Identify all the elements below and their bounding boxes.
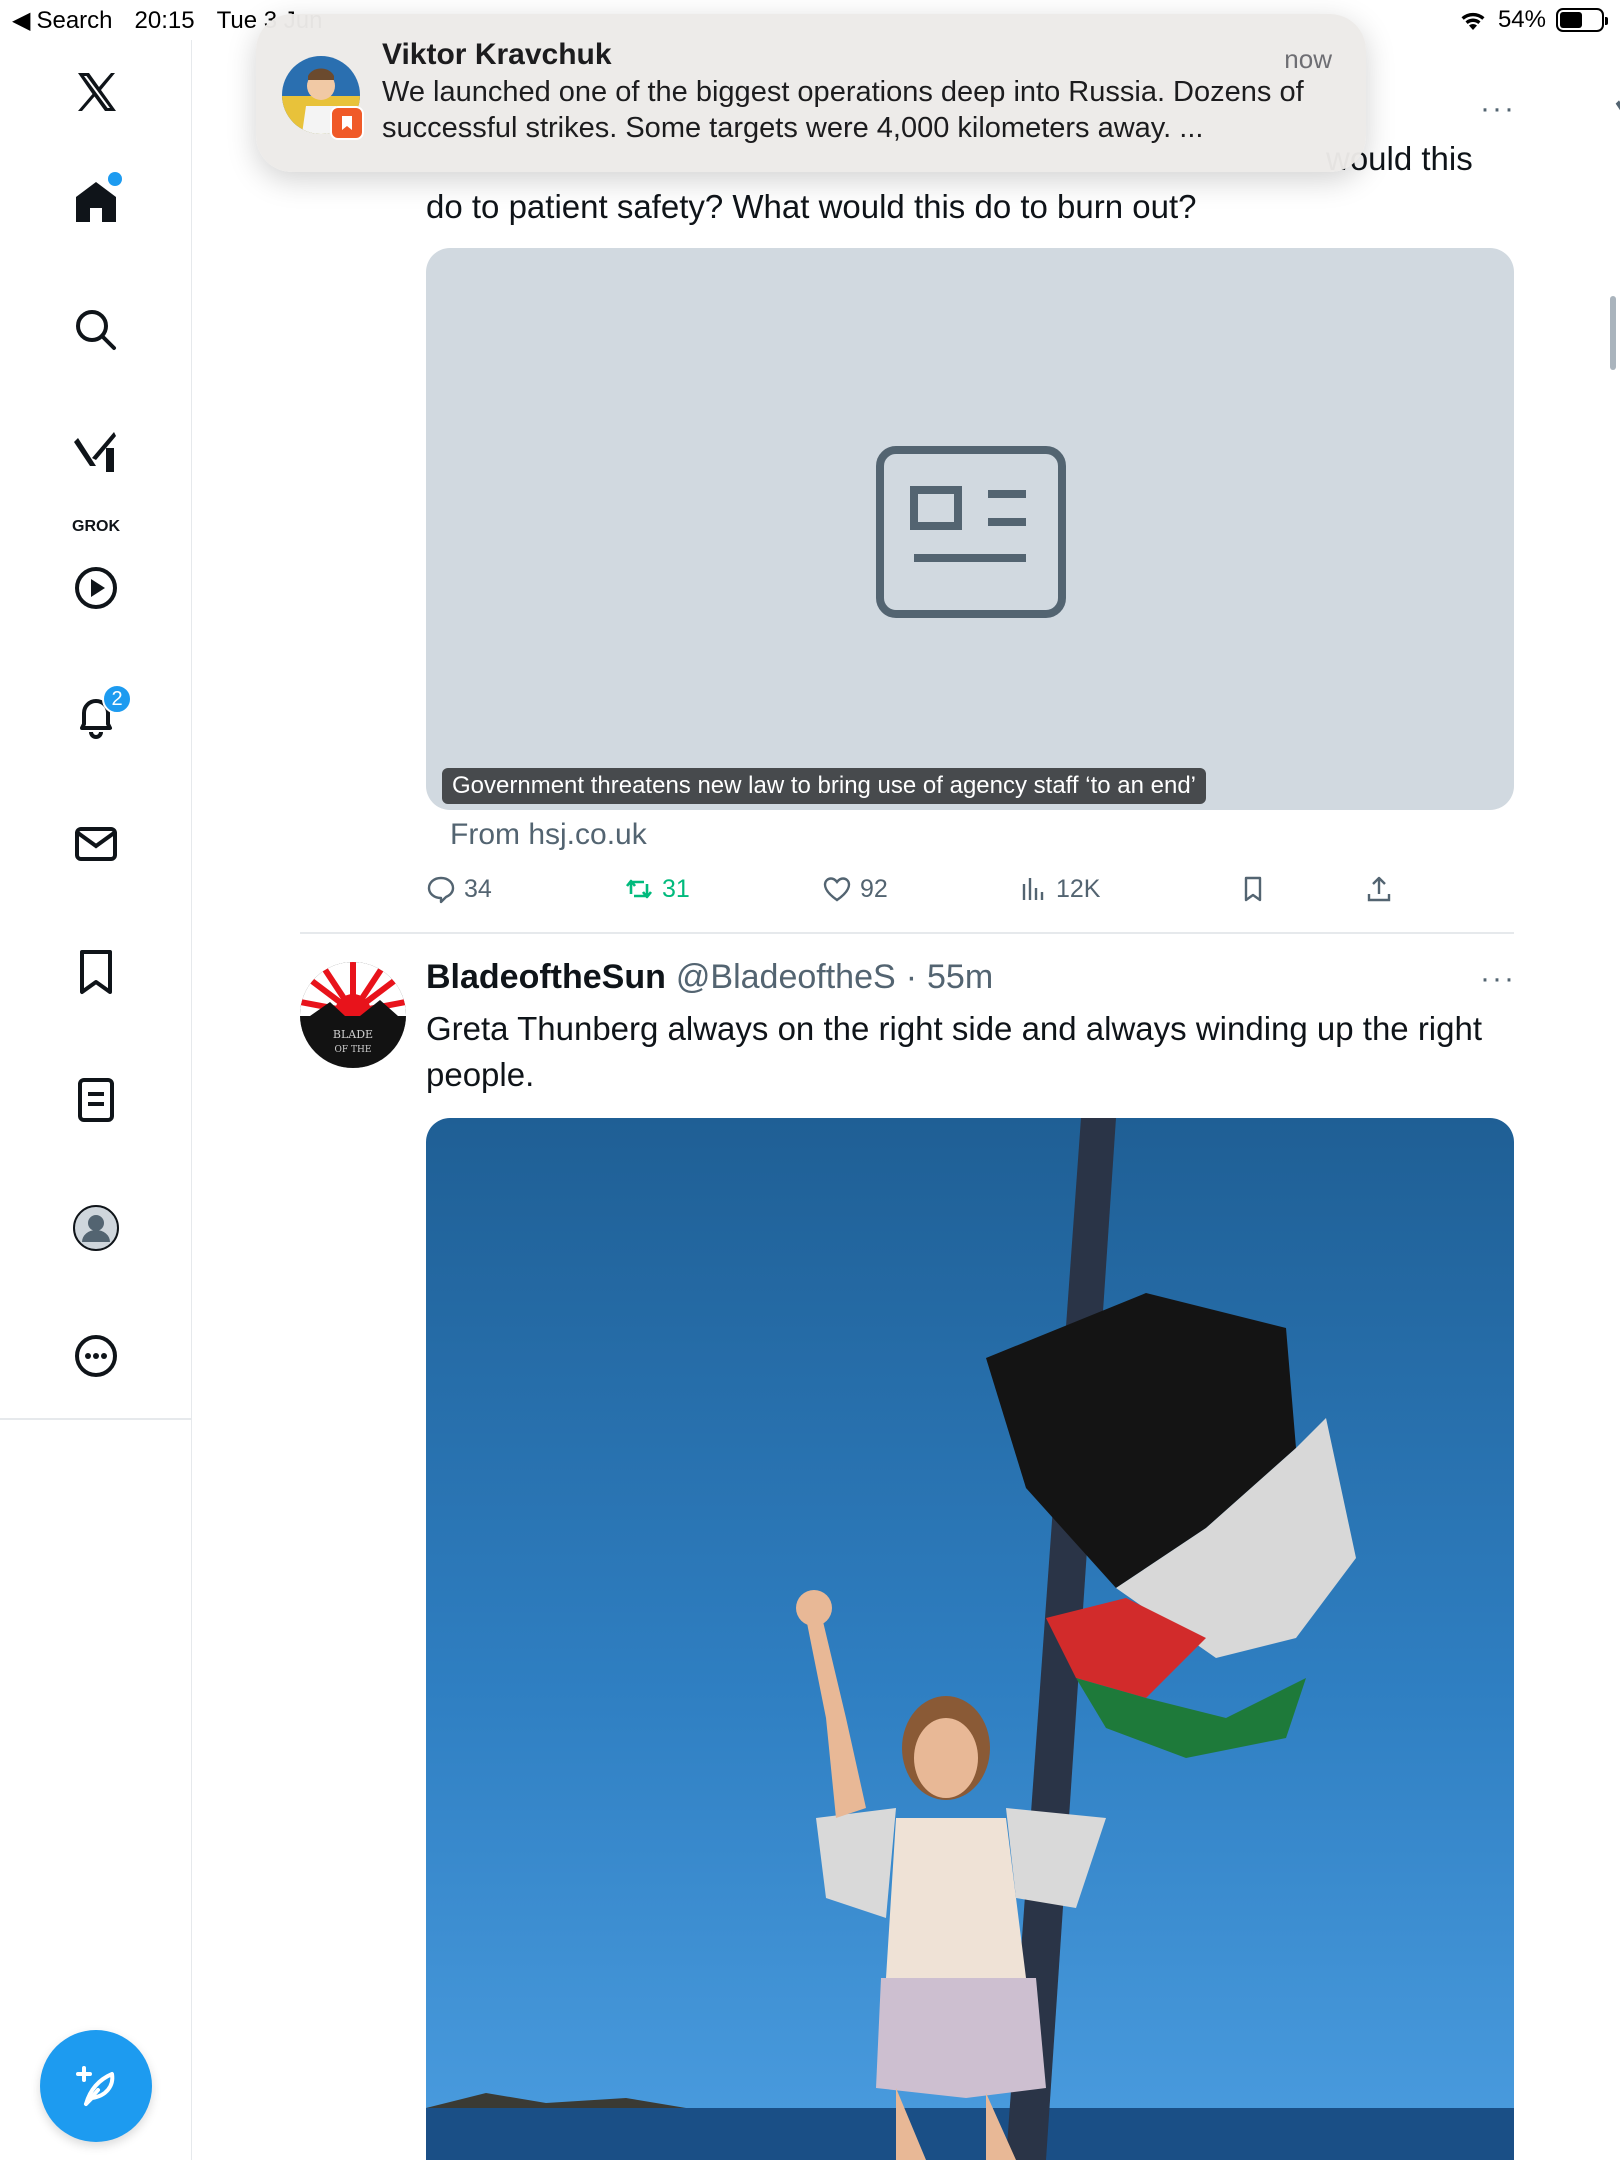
repost-count: 31	[662, 874, 690, 903]
play-circle-icon	[75, 567, 117, 609]
bladeofthesun-avatar-image: BLADE OF THE	[300, 962, 406, 1068]
bookmark-small-icon	[1244, 876, 1262, 902]
scroll-indicator[interactable]	[1610, 296, 1616, 370]
svg-text:BLADE: BLADE	[333, 1028, 373, 1041]
sidebar-item-messages[interactable]	[56, 804, 136, 884]
tweet1-text: do to patient safety? What would this do…	[426, 188, 1197, 225]
compose-feather-icon	[76, 2066, 115, 2106]
view-count: 12K	[1056, 874, 1101, 903]
bookmark-icon	[80, 950, 112, 994]
more-circle-icon	[75, 1335, 117, 1377]
sidebar-item-search[interactable]	[56, 290, 136, 370]
link-card[interactable]: Government threatens new law to bring us…	[426, 248, 1514, 810]
tweet1-more-icon[interactable]: ···	[1480, 92, 1516, 126]
notification-body: We launched one of the biggest operation…	[382, 76, 1304, 144]
home-timeline: ··· would this do to patient safety? Wha…	[192, 0, 1620, 2160]
sidebar-item-notifications[interactable]: 2	[56, 676, 136, 756]
sidebar-item-video[interactable]	[56, 548, 136, 628]
mail-icon	[75, 827, 117, 861]
tweet2-photo[interactable]	[426, 1118, 1514, 2160]
avatar[interactable]: BLADE OF THE	[300, 962, 406, 1068]
svg-text:OF THE: OF THE	[335, 1045, 372, 1055]
reply-button[interactable]: 34	[426, 874, 492, 904]
sidebar-divider	[0, 1418, 192, 1420]
profile-avatar-icon	[73, 1205, 119, 1251]
tweet-divider	[300, 932, 1514, 934]
photo-image	[426, 1118, 1514, 2160]
compose-post-button[interactable]	[40, 2030, 152, 2142]
like-button[interactable]: 92	[822, 874, 888, 904]
card-source[interactable]: From hsj.co.uk	[450, 818, 647, 852]
sidebar-item-home[interactable]	[56, 162, 136, 242]
sidebar-item-profile[interactable]	[56, 1188, 136, 1268]
clock: 20:15	[134, 6, 195, 34]
back-to-search-link[interactable]: ◀ Search	[12, 6, 113, 35]
post-time[interactable]: 55m	[927, 958, 993, 997]
tweet1-action-bar: 34 31 92 12K	[426, 874, 1514, 914]
reply-icon	[427, 876, 455, 904]
share-icon	[1367, 876, 1391, 902]
repost-icon	[625, 879, 653, 899]
grok-icon	[74, 432, 116, 472]
back-label: Search	[36, 6, 113, 34]
card-caption: Government threatens new law to bring us…	[442, 768, 1206, 804]
search-icon	[76, 310, 116, 350]
back-arrow-icon: ◀	[12, 7, 31, 34]
repost-button[interactable]: 31	[624, 874, 690, 904]
x-logo-icon[interactable]	[56, 52, 136, 132]
bookmark-button[interactable]	[1238, 874, 1268, 904]
meta-separator: ·	[905, 958, 918, 996]
sidebar-item-lists[interactable]	[56, 1060, 136, 1140]
app-bookmark-icon	[330, 106, 364, 140]
share-button[interactable]	[1364, 874, 1394, 904]
reply-count: 34	[464, 874, 492, 903]
heart-icon	[823, 877, 851, 902]
grok-label: GROK	[72, 518, 120, 535]
push-notification-banner[interactable]: Viktor Kravchuk now We launched one of t…	[256, 14, 1366, 172]
grok-small-icon[interactable]	[1614, 92, 1620, 132]
sidebar-item-bookmarks[interactable]	[56, 932, 136, 1012]
tweet2-more-icon[interactable]: ···	[1480, 962, 1516, 996]
list-icon	[78, 1078, 114, 1122]
notification-sender: Viktor Kravchuk	[382, 38, 612, 71]
sidebar-item-more[interactable]	[56, 1316, 136, 1396]
tweet2-text: Greta Thunberg always on the right side …	[426, 1010, 1483, 1093]
sidebar-item-grok[interactable]	[56, 412, 136, 492]
home-unread-dot	[108, 172, 122, 186]
timeline-top-actions	[1614, 92, 1620, 132]
views-chart-icon	[1022, 878, 1044, 900]
author-handle[interactable]: @BladeoftheS	[676, 958, 896, 997]
tweet2-header: BladeoftheSun @BladeoftheS · 55m	[426, 958, 993, 997]
notifications-badge: 2	[102, 684, 132, 714]
author-name[interactable]: BladeoftheSun	[426, 958, 666, 997]
notification-time: now	[1284, 44, 1332, 74]
like-count: 92	[860, 874, 888, 903]
article-placeholder-icon	[876, 446, 1066, 618]
sidebar-nav: GROK 2	[0, 40, 192, 2160]
views-button[interactable]: 12K	[1018, 874, 1100, 904]
